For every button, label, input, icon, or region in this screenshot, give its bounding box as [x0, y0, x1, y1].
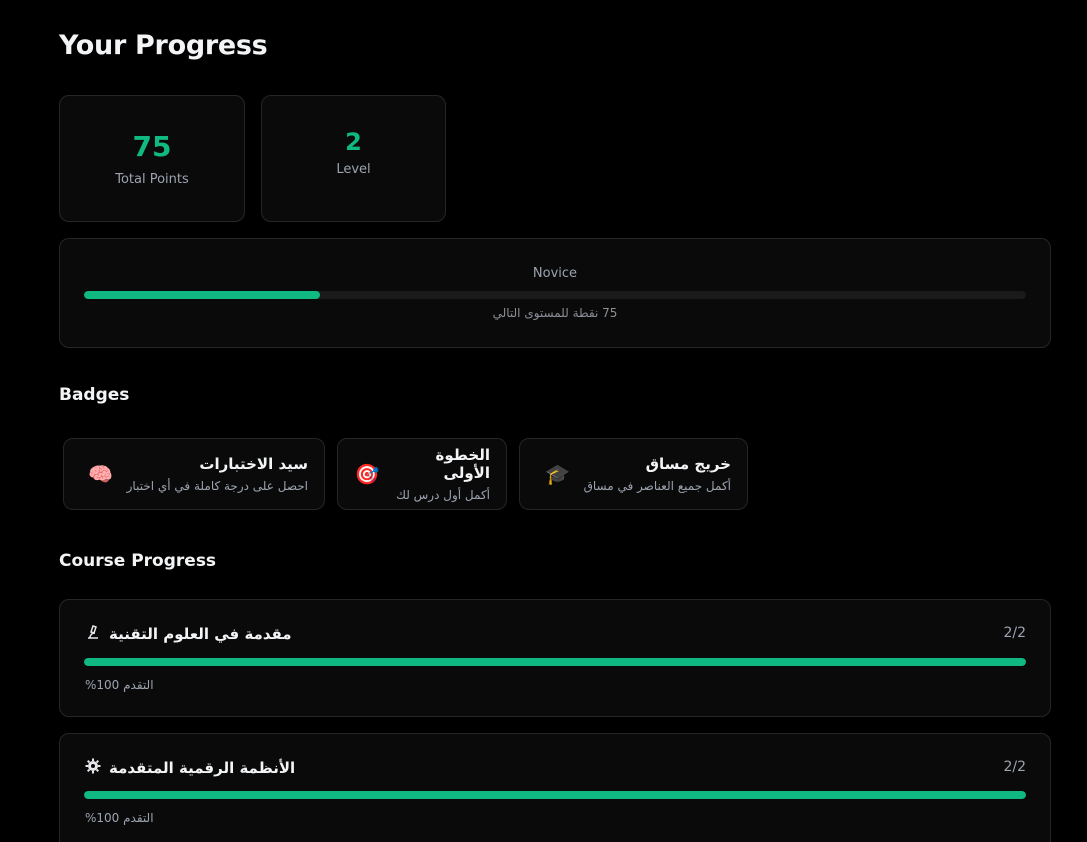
- course-title: الأنظمة الرقمية المتقدمة: [85, 758, 295, 778]
- course-progress-fill: [84, 791, 1026, 799]
- badge-desc: أكمل أول درس لك: [396, 488, 490, 502]
- gear-icon: [85, 758, 101, 778]
- level-progress-card: Novice 75 نقطة للمستوى التالي: [59, 238, 1051, 348]
- target-icon: 🎯: [354, 462, 380, 486]
- course-percent-text: التقدم 100%: [85, 678, 154, 692]
- microscope-icon: [85, 624, 101, 644]
- progress-page: Your Progress 75 Total Points 2 Level No…: [0, 0, 1087, 842]
- course-card[interactable]: مقدمة في العلوم التقنية 2/2 التقدم 100%: [59, 599, 1051, 717]
- level-progress-fill: [84, 291, 320, 299]
- level-card: 2 Level: [261, 95, 446, 222]
- brain-icon: 🧠: [88, 462, 114, 486]
- badge-name: خريج مساق: [645, 455, 731, 473]
- total-points-value: 75: [132, 130, 172, 164]
- next-level-text: 75 نقطة للمستوى التالي: [492, 306, 618, 320]
- level-label: Level: [336, 162, 371, 178]
- course-progress-bar: [84, 791, 1026, 799]
- level-progress-bar: [84, 291, 1026, 299]
- course-title-text: مقدمة في العلوم التقنية: [109, 625, 292, 643]
- course-percent-text: التقدم 100%: [85, 811, 154, 825]
- badge-name: الخطوة الأولى: [435, 446, 490, 482]
- badge-course-graduate[interactable]: خريج مساق أكمل جميع العناصر في مساق 🎓: [519, 438, 748, 510]
- badge-first-step[interactable]: الخطوة الأولى أكمل أول درس لك 🎯: [337, 438, 507, 510]
- badge-desc: احصل على درجة كاملة في أي اختبار: [126, 479, 308, 493]
- total-points-label: Total Points: [115, 171, 189, 187]
- course-title-text: الأنظمة الرقمية المتقدمة: [109, 759, 296, 777]
- course-count: 2/2: [1003, 759, 1026, 775]
- page-title: Your Progress: [59, 30, 268, 61]
- course-count: 2/2: [1003, 625, 1026, 641]
- level-name: Novice: [532, 266, 578, 281]
- badge-desc: أكمل جميع العناصر في مساق: [583, 479, 731, 493]
- badges-section-title: Badges: [59, 385, 130, 405]
- graduation-cap-icon: 🎓: [545, 462, 571, 486]
- badge-quiz-master[interactable]: سيد الاختبارات احصل على درجة كاملة في أي…: [63, 438, 325, 510]
- course-progress-section-title: Course Progress: [59, 551, 217, 571]
- total-points-card: 75 Total Points: [59, 95, 245, 222]
- course-title: مقدمة في العلوم التقنية: [85, 624, 292, 644]
- level-value: 2: [345, 127, 362, 156]
- course-progress-bar: [84, 658, 1026, 666]
- course-card[interactable]: الأنظمة الرقمية المتقدمة 2/2 التقدم 100%: [59, 733, 1051, 842]
- badge-name: سيد الاختبارات: [199, 455, 308, 473]
- course-progress-fill: [84, 658, 1026, 666]
